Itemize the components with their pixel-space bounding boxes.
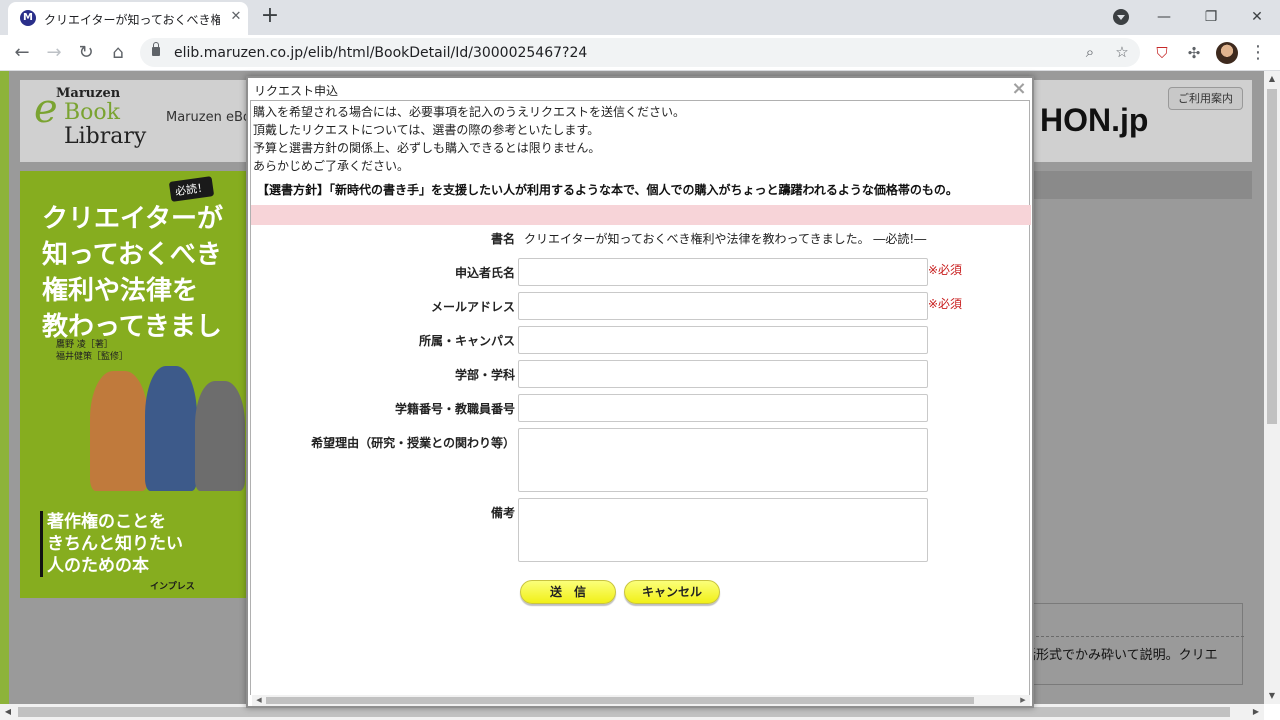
description-text: 話形式でかみ砕いて説明。クリエ [1023, 648, 1218, 663]
dialog-scroll-thumb[interactable] [266, 697, 974, 704]
extensions-puzzle-icon[interactable]: ✣ [1183, 42, 1205, 64]
cover-title: クリエイターが 知っておくべき 権利や法律を 教わってきまし [42, 204, 223, 342]
scroll-up-icon[interactable]: ▲ [1264, 71, 1280, 87]
zoom-icon[interactable]: ⌕ [1080, 42, 1100, 62]
request-reason-textarea[interactable] [518, 428, 928, 492]
reload-icon[interactable]: ↻ [72, 39, 100, 67]
logo-book: Book [64, 100, 120, 125]
logo-maruzen: Maruzen [56, 86, 121, 101]
honjp-logo[interactable]: HON.jp [1040, 102, 1148, 139]
window-close-icon[interactable]: ✕ [1245, 5, 1269, 29]
maruzen-favicon-icon: M [20, 10, 36, 26]
intro-text: 購入を希望される場合には、必要事項を記入のうえリクエストを送信ください。 頂戴し… [253, 105, 686, 173]
tab-title: クリエイターが知っておくべき権利や法 [44, 13, 220, 27]
forward-icon[interactable]: → [40, 39, 68, 67]
notes-textarea[interactable] [518, 498, 928, 562]
email-input[interactable] [518, 292, 928, 320]
browser-toolbar: ← → ↻ ⌂ elib.maruzen.co.jp/elib/html/Boo… [0, 35, 1280, 71]
applicant-name-label: 申込者氏名 [454, 266, 515, 280]
section-divider [251, 205, 1031, 225]
submit-button[interactable]: 送 信 [520, 580, 616, 604]
new-tab-icon[interactable]: + [258, 5, 282, 29]
dialog-scroll-right-icon[interactable]: ▶ [1018, 695, 1028, 706]
header-site-name: Maruzen eBoo [166, 110, 259, 125]
logo-e: e [34, 86, 58, 132]
dialog-content: 購入を希望される場合には、必要事項を記入のうえリクエストを送信ください。 頂戴し… [250, 100, 1031, 695]
address-bar[interactable]: elib.maruzen.co.jp/elib/html/BookDetail/… [140, 38, 1140, 67]
url-text[interactable]: elib.maruzen.co.jp/elib/html/BookDetail/… [174, 45, 587, 61]
cover-subtitle: 著作権のことを きちんと知りたい 人のための本 [40, 511, 183, 577]
student-staff-id-label: 学籍番号・教職員番号 [394, 402, 515, 416]
book-title-label: 書名 [490, 232, 515, 246]
cancel-button[interactable]: キャンセル [624, 580, 720, 604]
page-vertical-scrollbar[interactable]: ▲ ▼ [1264, 71, 1280, 704]
cover-authors: 鷹野 凌［著］ 福井健策［監修］ [56, 340, 129, 362]
back-icon[interactable]: ← [8, 39, 36, 67]
campus-input[interactable] [518, 326, 928, 354]
department-label: 学部・学科 [454, 368, 515, 382]
scroll-left-icon[interactable]: ◀ [0, 704, 16, 720]
dialog-scroll-left-icon[interactable]: ◀ [254, 695, 264, 706]
scroll-right-icon[interactable]: ▶ [1248, 704, 1264, 720]
maruzen-ebook-library-logo[interactable]: e Maruzen Book Library [34, 84, 154, 154]
lock-icon[interactable] [152, 42, 160, 56]
horizontal-scroll-thumb[interactable] [18, 707, 1230, 717]
restore-icon[interactable]: ❐ [1199, 5, 1223, 29]
minimize-icon[interactable]: — [1152, 5, 1176, 29]
name-required-mark: ※必須 [928, 263, 963, 277]
campus-label: 所属・キャンパス [418, 334, 515, 348]
scroll-down-icon[interactable]: ▼ [1264, 688, 1280, 704]
applicant-name-input[interactable] [518, 258, 928, 286]
browser-tab[interactable]: M クリエイターが知っておくべき権利や法 ✕ [8, 2, 248, 35]
email-required-mark: ※必須 [928, 297, 963, 311]
description-box: 話形式でかみ砕いて説明。クリエ [1020, 603, 1244, 685]
profile-avatar[interactable] [1216, 42, 1238, 64]
shield-extension-icon[interactable]: ⛉ [1151, 42, 1173, 64]
dialog-close-icon[interactable]: × [1010, 80, 1028, 98]
bookmark-star-icon[interactable]: ☆ [1112, 42, 1132, 62]
cover-illustration [90, 361, 256, 491]
cover-badge: 必読！ [168, 176, 215, 202]
browser-menu-icon[interactable]: ⋮ [1248, 41, 1268, 65]
request-dialog: リクエスト申込 × 購入を希望される場合には、必要事項を記入のうえリクエストを送… [246, 76, 1034, 708]
tab-close-icon[interactable]: ✕ [228, 9, 244, 25]
vertical-scroll-thumb[interactable] [1267, 89, 1277, 424]
dialog-horizontal-scrollbar[interactable]: ◀ ▶ [252, 695, 1030, 706]
dialog-title: リクエスト申込 [254, 84, 339, 98]
logo-library: Library [64, 124, 147, 149]
tab-strip: M クリエイターが知っておくべき権利や法 ✕ + — ❐ ✕ [0, 0, 1280, 35]
book-title-value: クリエイターが知っておくべき権利や法律を教わってきました。 ―必読!― [524, 232, 927, 246]
help-button[interactable]: ご利用案内 [1168, 87, 1243, 110]
cover-publisher: インプレス [150, 582, 195, 592]
selection-policy: 【選書方針】「新時代の書き手」を支援したい人が利用するような本で、個人での購入が… [257, 183, 958, 197]
home-icon[interactable]: ⌂ [104, 39, 132, 67]
department-input[interactable] [518, 360, 928, 388]
tab-search-icon[interactable] [1113, 9, 1129, 25]
left-accent-stripe [0, 71, 9, 704]
notes-label: 備考 [490, 506, 515, 520]
email-label: メールアドレス [430, 300, 515, 314]
request-reason-label: 希望理由（研究・授業との関わり等） [311, 436, 515, 450]
book-cover-image: 必読！ クリエイターが 知っておくべき 権利や法律を 教わってきまし 鷹野 凌［… [20, 171, 256, 598]
student-staff-id-input[interactable] [518, 394, 928, 422]
